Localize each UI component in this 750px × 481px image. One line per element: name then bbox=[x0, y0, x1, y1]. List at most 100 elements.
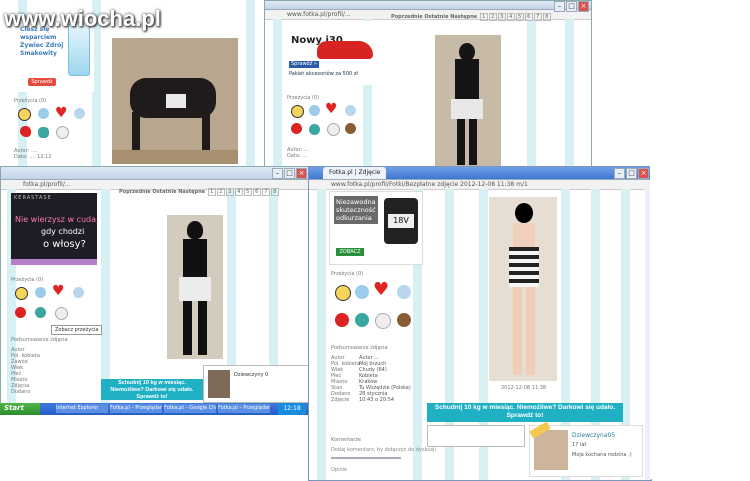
close-icon[interactable]: × bbox=[638, 168, 649, 179]
heart-icon[interactable]: ♥ bbox=[325, 102, 338, 116]
hat-icon[interactable] bbox=[309, 124, 320, 135]
taskbar-item[interactable]: Fotka.pl – Przeglądarka bbox=[110, 404, 162, 413]
skull-icon[interactable] bbox=[375, 313, 391, 329]
page-link[interactable]: 5 bbox=[515, 13, 524, 21]
blood-icon[interactable] bbox=[20, 126, 31, 137]
figure-skirt bbox=[179, 277, 211, 301]
figure-legs bbox=[526, 287, 535, 375]
heart-icon[interactable]: ♥ bbox=[373, 281, 389, 299]
maximize-icon[interactable]: □ bbox=[566, 1, 577, 12]
taskbar-item[interactable]: Fotka.pl – Przeglądarka bbox=[218, 404, 270, 413]
user-caption: Dziewczyny 0 bbox=[234, 372, 269, 378]
maximize-icon[interactable]: □ bbox=[626, 168, 637, 179]
close-icon[interactable]: × bbox=[578, 1, 589, 12]
page-link[interactable]: 6 bbox=[524, 13, 533, 21]
comment-input[interactable] bbox=[427, 425, 525, 447]
blood-icon[interactable] bbox=[335, 313, 349, 327]
smiley-icon[interactable] bbox=[18, 108, 31, 121]
car-icon bbox=[317, 41, 373, 59]
heart-icon[interactable]: ♥ bbox=[52, 284, 65, 298]
photo-kneeling[interactable] bbox=[112, 38, 238, 164]
photo-main[interactable] bbox=[489, 197, 557, 381]
sad-face-icon[interactable] bbox=[355, 285, 369, 299]
page-link[interactable]: 4 bbox=[506, 13, 515, 21]
minimize-icon[interactable]: – bbox=[554, 1, 565, 12]
promo-banner[interactable]: Schudnij 10 kg w miesiąc. Niemożliwe? Da… bbox=[427, 403, 623, 422]
skull-icon[interactable] bbox=[56, 126, 69, 139]
crying-face-icon[interactable] bbox=[74, 108, 85, 119]
start-button[interactable]: Start bbox=[0, 403, 40, 415]
hat-icon[interactable] bbox=[38, 127, 49, 138]
car-ad-cta[interactable]: Sprawdź » bbox=[289, 61, 319, 68]
tooltip: Zobacz przeżycia bbox=[51, 325, 103, 335]
page-link[interactable]: 6 bbox=[252, 188, 261, 196]
comments-label: Komentarze bbox=[331, 437, 361, 443]
blood-icon[interactable] bbox=[15, 307, 26, 318]
car-ad-offer: Pakiet akcesoriów za 500 zł bbox=[289, 71, 358, 77]
kerastase-ad-line2: gdy chodzi bbox=[41, 227, 85, 236]
page-link[interactable]: 8 bbox=[270, 188, 279, 196]
vacuum-ad-title: Niezawodna skuteczność odkurzania bbox=[334, 196, 378, 224]
page-link[interactable]: 2 bbox=[488, 13, 497, 21]
page-link[interactable]: 8 bbox=[542, 13, 551, 21]
figure-legs bbox=[183, 301, 192, 355]
sidebar-user-name[interactable]: Dziewczyna05 bbox=[572, 432, 615, 439]
taskbar: Start Internet Explorer Fotka.pl – Przeg… bbox=[0, 403, 308, 415]
smiley-icon[interactable] bbox=[15, 287, 28, 300]
page-stripe bbox=[527, 19, 536, 173]
heart-icon[interactable]: ♥ bbox=[55, 106, 68, 120]
page-link[interactable]: 4 bbox=[234, 188, 243, 196]
mid-left-window: fotka.pl/profil/... – □ × KERASTASE Nie wi… bbox=[0, 166, 310, 406]
taskbar-item[interactable]: Internet Explorer bbox=[56, 404, 108, 413]
blood-icon[interactable] bbox=[291, 123, 302, 134]
sad-face-icon[interactable] bbox=[38, 108, 49, 119]
page-link[interactable]: 3 bbox=[225, 188, 234, 196]
user-popup[interactable]: Dziewczyny 0 bbox=[203, 365, 309, 403]
poop-icon[interactable] bbox=[397, 313, 411, 327]
photo-standing[interactable] bbox=[435, 35, 501, 169]
poop-icon[interactable] bbox=[345, 123, 356, 134]
page-link[interactable]: 2 bbox=[216, 188, 225, 196]
vacuum-ad[interactable]: Niezawodna skuteczność odkurzania 18V ZO… bbox=[329, 191, 423, 265]
vacuum-ad-button[interactable]: ZOBACZ bbox=[336, 248, 364, 256]
crying-face-icon[interactable] bbox=[73, 287, 84, 298]
sad-face-icon[interactable] bbox=[309, 105, 320, 116]
clock: 12:18 bbox=[278, 403, 306, 415]
figure-legs bbox=[457, 119, 465, 165]
sidebar-user-card[interactable]: Dziewczyna05 17 lat Moja kochana rodzina… bbox=[529, 421, 643, 477]
minimize-icon[interactable]: – bbox=[272, 168, 283, 179]
page-link[interactable]: 7 bbox=[261, 188, 270, 196]
crying-face-icon[interactable] bbox=[345, 105, 356, 116]
skull-icon[interactable] bbox=[327, 123, 340, 136]
minimize-icon[interactable]: – bbox=[614, 168, 625, 179]
maximize-icon[interactable]: □ bbox=[284, 168, 295, 179]
page-link[interactable]: 7 bbox=[533, 13, 542, 21]
avatar bbox=[534, 430, 568, 470]
figure-legs bbox=[132, 112, 140, 152]
page-link[interactable]: 5 bbox=[243, 188, 252, 196]
close-icon[interactable]: × bbox=[296, 168, 307, 179]
comment-label-2: Opinie bbox=[331, 467, 348, 473]
photo-cat-mask[interactable] bbox=[167, 215, 223, 359]
sad-face-icon[interactable] bbox=[35, 287, 46, 298]
crying-face-icon[interactable] bbox=[397, 285, 411, 299]
zywiec-ad-button[interactable]: Sprawdź bbox=[28, 78, 56, 86]
taskbar-item[interactable]: Fotka.pl – Google Chrome bbox=[164, 404, 216, 413]
photo-caption: 2012-12-08 11:38 bbox=[501, 385, 547, 391]
pager: Poprzednie Ostatnie Następne 12345678 bbox=[119, 188, 279, 196]
page-link[interactable]: 1 bbox=[207, 188, 216, 196]
smiley-icon[interactable] bbox=[335, 285, 351, 301]
car-ad[interactable]: Nowy i30 Pakiet akcesoriów za 500 zł Spr… bbox=[287, 21, 377, 85]
page-link[interactable]: 3 bbox=[497, 13, 506, 21]
kerastase-ad[interactable]: KERASTASE Nie wierzysz w cuda, gdy chodz… bbox=[11, 193, 99, 265]
hat-icon[interactable] bbox=[35, 307, 46, 318]
watermark: www.wiocha.pl bbox=[4, 6, 161, 31]
skull-icon[interactable] bbox=[55, 307, 68, 320]
tab-main[interactable]: Fotka.pl | Zdjęcie bbox=[323, 167, 387, 179]
smiley-icon[interactable] bbox=[291, 105, 304, 118]
promo-banner[interactable]: Schudnij 10 kg w miesiąc. Niemożliwe? Da… bbox=[101, 379, 203, 400]
page-link[interactable]: 1 bbox=[479, 13, 488, 21]
details-label: Podsumowanie zdjęcia bbox=[331, 345, 388, 351]
details-list: Autor Pol. kobieta Zawód Wiek Płeć Miasto Zdję… bbox=[11, 347, 40, 395]
hat-icon[interactable] bbox=[355, 313, 369, 327]
